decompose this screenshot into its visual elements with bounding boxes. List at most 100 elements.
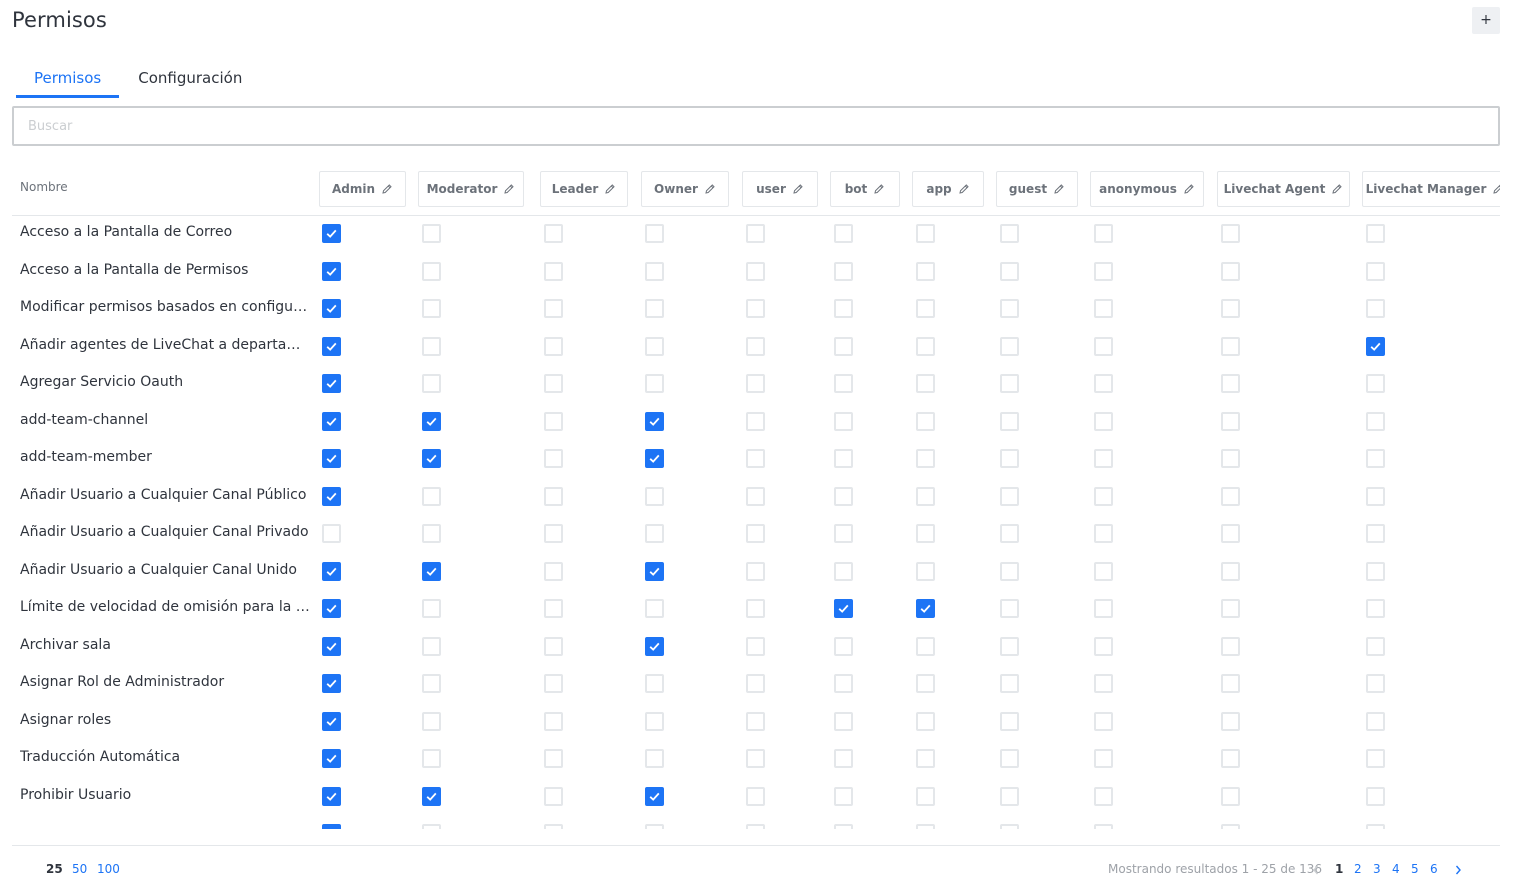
checkbox-app[interactable] — [916, 599, 935, 618]
checkbox-user[interactable] — [746, 299, 765, 318]
checkbox-leader[interactable] — [544, 524, 563, 543]
checkbox-anonymous[interactable] — [1094, 711, 1113, 731]
checkbox-admin[interactable] — [322, 486, 341, 506]
checkbox-anonymous[interactable] — [1094, 674, 1113, 693]
checkbox-anonymous[interactable] — [1094, 524, 1113, 543]
checkbox-anonymous[interactable] — [1094, 749, 1113, 768]
checkbox-livechat-manager[interactable] — [1366, 786, 1385, 806]
checkbox-moderator[interactable] — [422, 599, 441, 618]
checkbox-app[interactable] — [916, 636, 935, 656]
page-6[interactable]: 6 — [1430, 862, 1438, 876]
checkbox-guest[interactable] — [1000, 486, 1019, 506]
checkbox-anonymous[interactable] — [1094, 561, 1113, 581]
checkbox-livechat-agent[interactable] — [1221, 674, 1240, 693]
checkbox-user[interactable] — [746, 374, 765, 393]
checkbox-app[interactable] — [916, 824, 935, 829]
tab-permisos[interactable]: Permisos — [16, 60, 120, 98]
checkbox-owner[interactable] — [645, 224, 664, 243]
checkbox-admin[interactable] — [322, 224, 341, 243]
add-role-button[interactable]: + — [1472, 7, 1500, 34]
checkbox-moderator[interactable] — [422, 674, 441, 693]
checkbox-user[interactable] — [746, 224, 765, 243]
checkbox-admin[interactable] — [322, 561, 341, 581]
checkbox-bot[interactable] — [834, 674, 853, 693]
checkbox-admin[interactable] — [322, 599, 341, 618]
page-4[interactable]: 4 — [1392, 862, 1400, 876]
checkbox-livechat-agent[interactable] — [1221, 486, 1240, 506]
checkbox-guest[interactable] — [1000, 524, 1019, 543]
role-header-app[interactable]: app — [912, 171, 984, 207]
role-header-bot[interactable]: bot — [830, 171, 900, 207]
checkbox-leader[interactable] — [544, 749, 563, 768]
checkbox-leader[interactable] — [544, 449, 563, 468]
checkbox-leader[interactable] — [544, 561, 563, 581]
checkbox-anonymous[interactable] — [1094, 786, 1113, 806]
checkbox-admin[interactable] — [322, 786, 341, 806]
checkbox-app[interactable] — [916, 786, 935, 806]
checkbox-livechat-manager[interactable] — [1366, 336, 1385, 356]
checkbox-anonymous[interactable] — [1094, 599, 1113, 618]
checkbox-leader[interactable] — [544, 786, 563, 806]
checkbox-owner[interactable] — [645, 524, 664, 543]
checkbox-leader[interactable] — [544, 336, 563, 356]
checkbox-leader[interactable] — [544, 711, 563, 731]
checkbox-user[interactable] — [746, 749, 765, 768]
checkbox-owner[interactable] — [645, 674, 664, 693]
checkbox-moderator[interactable] — [422, 561, 441, 581]
checkbox-app[interactable] — [916, 674, 935, 693]
page-2[interactable]: 2 — [1354, 862, 1362, 876]
checkbox-livechat-agent[interactable] — [1221, 374, 1240, 393]
checkbox-livechat-agent[interactable] — [1221, 336, 1240, 356]
checkbox-anonymous[interactable] — [1094, 261, 1113, 281]
checkbox-app[interactable] — [916, 749, 935, 768]
checkbox-bot[interactable] — [834, 299, 853, 318]
checkbox-guest[interactable] — [1000, 299, 1019, 318]
page-1[interactable]: 1 — [1335, 862, 1343, 876]
checkbox-app[interactable] — [916, 486, 935, 506]
checkbox-livechat-manager[interactable] — [1366, 374, 1385, 393]
checkbox-guest[interactable] — [1000, 674, 1019, 693]
page-size-25[interactable]: 25 — [46, 862, 63, 876]
checkbox-livechat-agent[interactable] — [1221, 749, 1240, 768]
checkbox-anonymous[interactable] — [1094, 636, 1113, 656]
checkbox-bot[interactable] — [834, 786, 853, 806]
checkbox-anonymous[interactable] — [1094, 486, 1113, 506]
chevron-right-icon[interactable] — [1453, 864, 1463, 876]
checkbox-leader[interactable] — [544, 599, 563, 618]
checkbox-moderator[interactable] — [422, 261, 441, 281]
role-header-user[interactable]: user — [742, 171, 818, 207]
checkbox-admin[interactable] — [322, 411, 341, 431]
checkbox-guest[interactable] — [1000, 411, 1019, 431]
checkbox-livechat-agent[interactable] — [1221, 449, 1240, 468]
checkbox-app[interactable] — [916, 224, 935, 243]
checkbox-livechat-agent[interactable] — [1221, 636, 1240, 656]
checkbox-user[interactable] — [746, 524, 765, 543]
checkbox-livechat-manager[interactable] — [1366, 449, 1385, 468]
checkbox-livechat-manager[interactable] — [1366, 674, 1385, 693]
checkbox-owner[interactable] — [645, 299, 664, 318]
checkbox-moderator[interactable] — [422, 524, 441, 543]
checkbox-guest[interactable] — [1000, 749, 1019, 768]
checkbox-moderator[interactable] — [422, 636, 441, 656]
checkbox-livechat-agent[interactable] — [1221, 261, 1240, 281]
checkbox-moderator[interactable] — [422, 749, 441, 768]
checkbox-livechat-manager[interactable] — [1366, 824, 1385, 829]
checkbox-livechat-manager[interactable] — [1366, 411, 1385, 431]
checkbox-app[interactable] — [916, 711, 935, 731]
checkbox-livechat-manager[interactable] — [1366, 749, 1385, 768]
checkbox-user[interactable] — [746, 786, 765, 806]
checkbox-livechat-manager[interactable] — [1366, 599, 1385, 618]
checkbox-owner[interactable] — [645, 599, 664, 618]
checkbox-admin[interactable] — [322, 336, 341, 356]
checkbox-user[interactable] — [746, 449, 765, 468]
checkbox-owner[interactable] — [645, 374, 664, 393]
checkbox-bot[interactable] — [834, 224, 853, 243]
checkbox-admin[interactable] — [322, 449, 341, 468]
checkbox-owner[interactable] — [645, 336, 664, 356]
page-5[interactable]: 5 — [1411, 862, 1419, 876]
checkbox-guest[interactable] — [1000, 599, 1019, 618]
checkbox-owner[interactable] — [645, 261, 664, 281]
checkbox-user[interactable] — [746, 486, 765, 506]
checkbox-anonymous[interactable] — [1094, 299, 1113, 318]
checkbox-app[interactable] — [916, 374, 935, 393]
